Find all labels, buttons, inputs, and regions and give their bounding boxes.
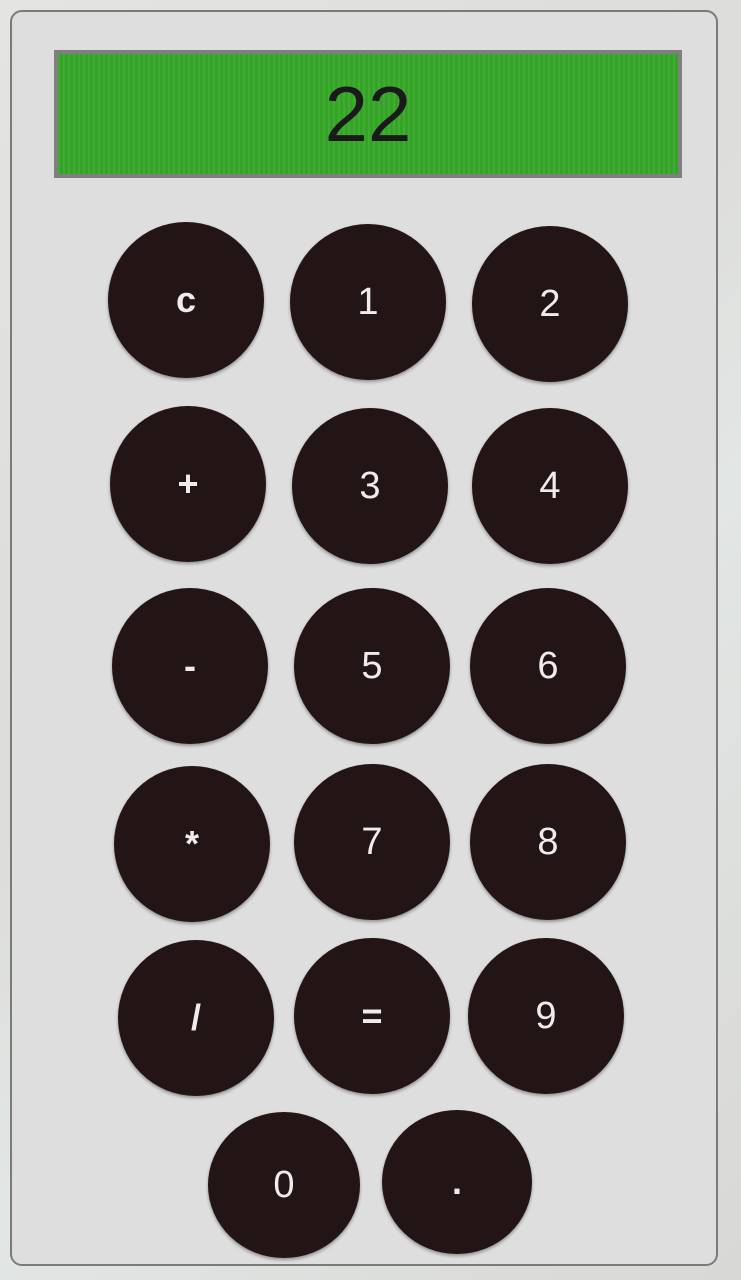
- digit-2-button[interactable]: 2: [472, 226, 628, 382]
- digit-1-button[interactable]: 1: [290, 224, 446, 380]
- display-value: 22: [324, 70, 412, 158]
- subtract-button[interactable]: -: [112, 588, 268, 744]
- digit-3-button[interactable]: 3: [292, 408, 448, 564]
- screen: 22 c 1 2 + 3 4 - 5 6 * 7 8 / = 9 0 .: [0, 0, 741, 1280]
- digit-5-button[interactable]: 5: [294, 588, 450, 744]
- digit-0-button[interactable]: 0: [208, 1112, 360, 1258]
- equals-button[interactable]: =: [294, 938, 450, 1094]
- digit-7-button[interactable]: 7: [294, 764, 450, 920]
- digit-9-button[interactable]: 9: [468, 938, 624, 1094]
- clear-button[interactable]: c: [108, 222, 264, 378]
- decimal-point-button[interactable]: .: [382, 1110, 532, 1254]
- calculator-display: 22: [54, 50, 682, 178]
- add-button[interactable]: +: [110, 406, 266, 562]
- digit-6-button[interactable]: 6: [470, 588, 626, 744]
- digit-4-button[interactable]: 4: [472, 408, 628, 564]
- digit-8-button[interactable]: 8: [470, 764, 626, 920]
- multiply-button[interactable]: *: [114, 766, 270, 922]
- divide-button[interactable]: /: [118, 940, 274, 1096]
- calculator-panel: 22 c 1 2 + 3 4 - 5 6 * 7 8 / = 9 0 .: [10, 10, 718, 1266]
